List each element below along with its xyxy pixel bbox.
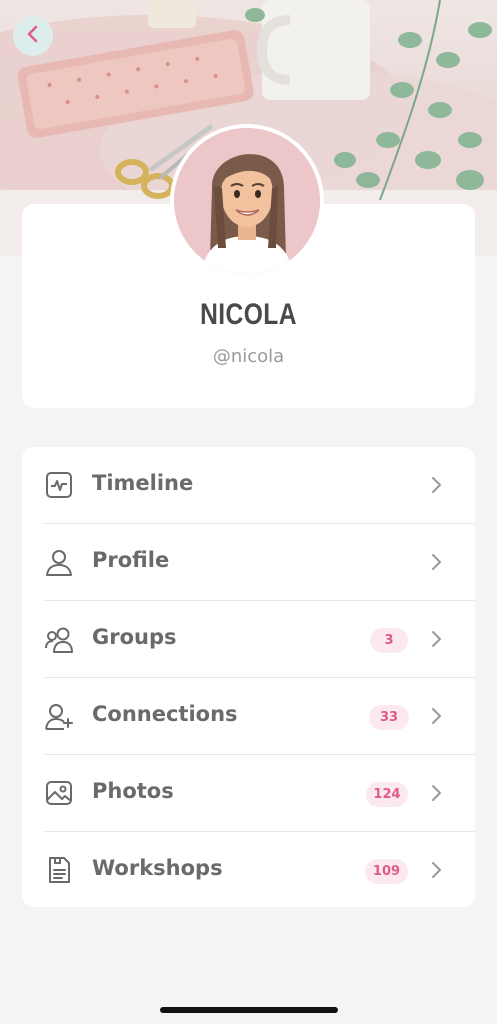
menu-item-groups[interactable]: Groups 3 xyxy=(22,601,475,678)
menu-item-label: Timeline xyxy=(92,471,194,495)
chevron-right-icon xyxy=(430,551,444,573)
photos-count-badge: 124 xyxy=(366,782,408,807)
chevron-right-icon xyxy=(430,474,444,496)
menu-item-timeline[interactable]: Timeline xyxy=(22,447,475,524)
chevron-right-icon xyxy=(430,628,444,650)
menu-item-label: Connections xyxy=(92,702,238,726)
back-button[interactable] xyxy=(13,16,53,56)
chevron-right-icon xyxy=(430,859,444,881)
workshops-count-badge: 109 xyxy=(365,859,408,884)
profile-menu: Timeline Profile Groups 3 Connections 33… xyxy=(22,447,475,907)
avatar[interactable] xyxy=(170,124,324,278)
chevron-left-icon xyxy=(26,25,40,47)
profile-handle: @nicola xyxy=(212,346,285,367)
menu-item-label: Groups xyxy=(92,625,177,649)
menu-item-label: Photos xyxy=(92,779,174,803)
activity-icon xyxy=(44,470,74,500)
profile-name: NICOLA xyxy=(200,298,297,331)
menu-item-connections[interactable]: Connections 33 xyxy=(22,678,475,755)
document-icon xyxy=(44,855,74,885)
menu-item-label: Workshops xyxy=(92,856,223,880)
connections-count-badge: 33 xyxy=(369,705,409,730)
user-icon xyxy=(44,547,74,577)
menu-item-photos[interactable]: Photos 124 xyxy=(22,755,475,832)
groups-count-badge: 3 xyxy=(370,628,408,653)
menu-item-workshops[interactable]: Workshops 109 xyxy=(22,832,475,907)
chevron-right-icon xyxy=(430,782,444,804)
chevron-right-icon xyxy=(430,705,444,727)
user-plus-icon xyxy=(44,701,74,731)
menu-item-profile[interactable]: Profile xyxy=(22,524,475,601)
image-icon xyxy=(44,778,74,808)
users-icon xyxy=(44,624,74,654)
home-indicator[interactable] xyxy=(160,1007,338,1013)
menu-item-label: Profile xyxy=(92,548,170,572)
